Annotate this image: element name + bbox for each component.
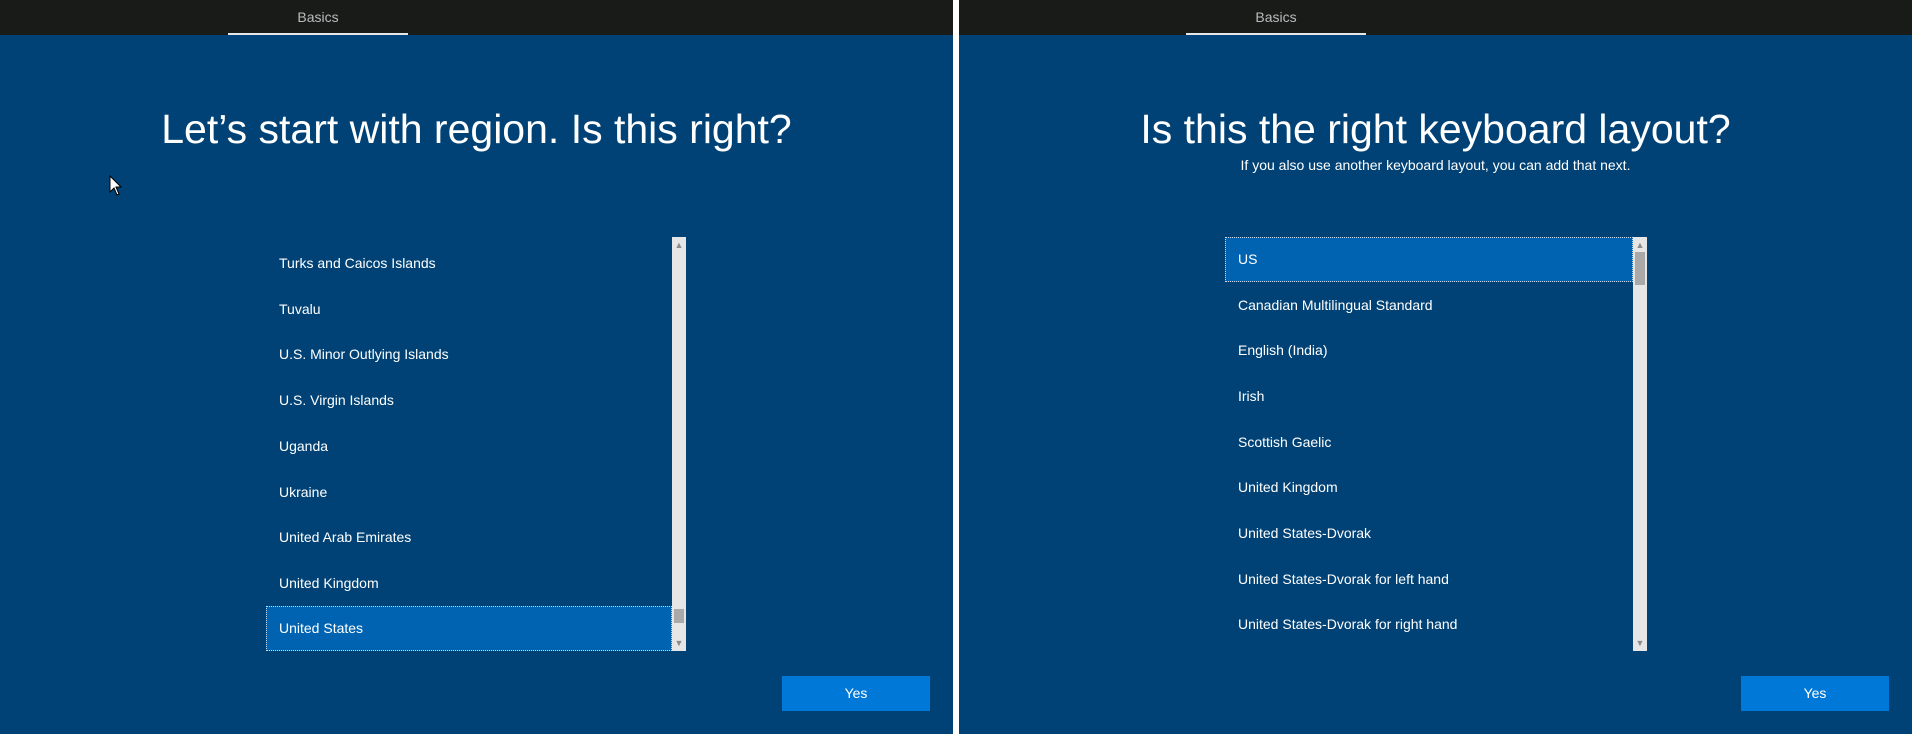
scrollbar[interactable]: ▲ ▼ xyxy=(1633,237,1647,651)
list-item[interactable]: United States-Dvorak for left hand xyxy=(1225,557,1629,601)
scrollbar[interactable]: ▲ ▼ xyxy=(672,237,686,651)
tab-basics: Basics xyxy=(297,9,339,25)
list-item[interactable]: United Kingdom xyxy=(1225,465,1629,509)
chevron-down-icon[interactable]: ▼ xyxy=(1633,636,1647,650)
list-item[interactable]: U.S. Minor Outlying Islands xyxy=(266,332,670,376)
yes-button[interactable]: Yes xyxy=(782,676,930,711)
yes-button[interactable]: Yes xyxy=(1741,676,1889,711)
list-item-selected[interactable]: United States xyxy=(266,606,672,651)
list-item[interactable]: Scottish Gaelic xyxy=(1225,420,1629,464)
list-item-selected[interactable]: US xyxy=(1225,237,1633,282)
list-item[interactable]: United Arab Emirates xyxy=(266,515,670,559)
list-item[interactable]: Turks and Caicos Islands xyxy=(266,241,670,285)
page-subtitle: If you also use another keyboard layout,… xyxy=(1240,157,1631,173)
top-bar: Basics xyxy=(959,0,1912,35)
page-title: Let’s start with region. Is this right? xyxy=(161,106,792,152)
list-item[interactable]: Uganda xyxy=(266,424,670,468)
scroll-thumb[interactable] xyxy=(1635,252,1645,285)
tab-underline xyxy=(1186,33,1366,35)
list-item[interactable]: English (India) xyxy=(1225,328,1629,372)
page-title: Is this the right keyboard layout? xyxy=(1140,106,1731,152)
top-bar: Basics xyxy=(0,0,953,35)
list-item[interactable]: Tuvalu xyxy=(266,287,670,331)
chevron-up-icon[interactable]: ▲ xyxy=(672,238,686,252)
tab-basics: Basics xyxy=(1255,9,1297,25)
keyboard-setup-screen: Basics Is this the right keyboard layout… xyxy=(959,0,1912,734)
list-item[interactable]: United States-Dvorak xyxy=(1225,511,1629,555)
list-item[interactable]: U.S. Virgin Islands xyxy=(266,378,670,422)
tab-underline xyxy=(228,33,408,35)
region-list[interactable]: Turks and Caicos Islands Tuvalu U.S. Min… xyxy=(266,237,688,651)
list-item[interactable]: Irish xyxy=(1225,374,1629,418)
list-item[interactable]: United Kingdom xyxy=(266,561,670,605)
scroll-thumb[interactable] xyxy=(674,609,684,623)
chevron-up-icon[interactable]: ▲ xyxy=(1633,238,1647,252)
chevron-down-icon[interactable]: ▼ xyxy=(672,636,686,650)
list-item[interactable]: Canadian Multilingual Standard xyxy=(1225,283,1629,327)
list-item[interactable]: Ukraine xyxy=(266,470,670,514)
region-setup-screen: Basics Let’s start with region. Is this … xyxy=(0,0,953,734)
mouse-pointer-icon xyxy=(109,174,123,196)
keyboard-layout-list[interactable]: US Canadian Multilingual Standard Englis… xyxy=(1225,237,1647,651)
list-item[interactable]: United States-Dvorak for right hand xyxy=(1225,602,1629,646)
